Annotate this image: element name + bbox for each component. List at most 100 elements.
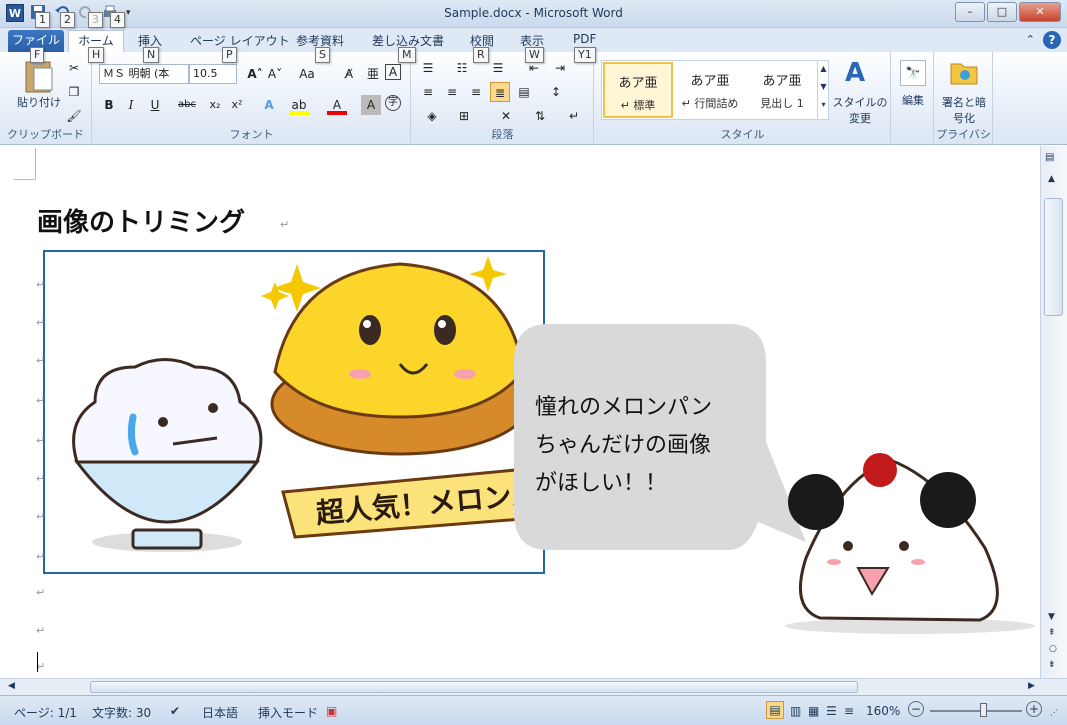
resize-grip-icon[interactable]: ⋰ <box>1050 708 1058 717</box>
align-left-icon[interactable]: ≡ <box>418 82 438 102</box>
scroll-down-icon[interactable]: ▼ <box>1048 612 1055 622</box>
document-heading[interactable]: 画像のトリミング <box>37 202 245 239</box>
sign-encrypt-button[interactable]: 署名と暗 号化 <box>935 94 993 126</box>
insert-mode[interactable]: 挿入モード <box>258 704 318 721</box>
align-center-icon[interactable]: ≡ <box>442 82 462 102</box>
grow-font-icon[interactable]: A˄ <box>245 64 265 84</box>
cropped-image[interactable]: 超人気！メロンパン <box>43 250 545 574</box>
text-cursor <box>37 652 38 672</box>
character-shading-icon[interactable]: A <box>361 95 381 115</box>
distributed-icon[interactable]: ▤ <box>514 82 534 102</box>
binoculars-icon[interactable]: 🔭 <box>900 60 926 86</box>
scroll-right-icon[interactable]: ▶ <box>1028 681 1035 691</box>
style-no-spacing[interactable]: あア亜 ↵ 行間詰め <box>675 62 745 118</box>
font-color-icon[interactable]: A <box>327 95 347 115</box>
bento-illustration: 超人気！メロンパン <box>72 256 543 552</box>
help-icon[interactable]: ? <box>1043 31 1061 49</box>
maximize-button[interactable]: □ <box>987 2 1017 22</box>
tab-pdf[interactable]: PDF <box>573 32 596 46</box>
highlight-icon[interactable]: ab <box>289 95 309 115</box>
zoom-in-icon[interactable]: + <box>1026 701 1042 717</box>
copy-icon[interactable]: ❐ <box>64 82 84 102</box>
full-screen-reading-icon[interactable]: ▥ <box>790 704 801 718</box>
document-area[interactable]: 画像のトリミング ↵ 超人気！メロンパン ↵ ↵ ↵ ↵ ↵ ↵ ↵ ↵ ↵ ↵… <box>0 146 1040 678</box>
underline-icon[interactable]: U <box>145 95 165 115</box>
clear-formatting-icon[interactable]: A̸ <box>339 64 359 84</box>
word-count[interactable]: 文字数: 30 <box>92 704 151 721</box>
zoom-level[interactable]: 160% <box>866 704 900 718</box>
paragraph-mark: ↵ <box>36 472 46 485</box>
keytip-2: 2 <box>60 12 75 28</box>
format-painter-icon[interactable]: 🖌 <box>64 106 84 126</box>
font-name-combo[interactable]: ＭＳ 明朝 (本 <box>99 64 189 84</box>
close-button[interactable]: ✕ <box>1019 2 1061 22</box>
shading-icon[interactable]: ◈ <box>422 106 442 126</box>
font-size-combo[interactable]: 10.5 <box>189 64 237 84</box>
privacy-group: 署名と暗 号化 プライバシ <box>935 52 993 145</box>
macro-record-icon[interactable]: ▣ <box>326 704 337 718</box>
text-effects-icon[interactable]: A <box>259 95 279 115</box>
window-title: Sample.docx - Microsoft Word <box>444 6 623 20</box>
page-count[interactable]: ページ: 1/1 <box>14 704 77 721</box>
language[interactable]: 日本語 <box>202 704 238 721</box>
speech-bubble-text[interactable]: 憧れのメロンパン ちゃんだけの画像 がほしい！！ <box>535 388 712 502</box>
line-spacing-icon[interactable]: ↕ <box>546 82 566 102</box>
show-hide-marks-icon[interactable]: ↵ <box>564 106 584 126</box>
vertical-scroll-thumb[interactable] <box>1044 198 1063 316</box>
minimize-button[interactable]: – <box>955 2 985 22</box>
zoom-slider-thumb[interactable] <box>980 703 987 717</box>
paste-icon[interactable] <box>22 58 56 97</box>
character-border-icon[interactable]: A <box>385 64 401 80</box>
keytip-home: H <box>88 47 105 63</box>
phonetic-guide-icon[interactable]: 亜 <box>363 64 383 84</box>
align-right-icon[interactable]: ≡ <box>466 82 486 102</box>
keytip-view: W <box>525 47 544 63</box>
encrypt-folder-icon[interactable] <box>949 58 979 89</box>
proofing-icon[interactable]: ✔ <box>170 704 180 718</box>
increase-indent-icon[interactable]: ⇥ <box>550 58 570 78</box>
superscript-icon[interactable]: x² <box>227 95 247 115</box>
asian-layout-icon[interactable]: ✕ <box>496 106 516 126</box>
horizontal-scrollbar[interactable]: ◀ ▶ <box>0 678 1067 695</box>
print-layout-icon[interactable]: ▤ <box>766 701 784 719</box>
previous-page-icon[interactable]: ⇞ <box>1048 628 1056 638</box>
change-case-icon[interactable]: Aa <box>297 64 317 84</box>
ruler-toggle-icon[interactable]: ▤ <box>1045 152 1054 163</box>
paste-button[interactable]: 貼り付け <box>14 94 64 110</box>
ribbon-minimize-icon[interactable]: ⌃ <box>1026 33 1035 46</box>
vertical-scrollbar[interactable]: ▤ ▲ ▼ ⇞ ○ ⇟ <box>1040 146 1067 678</box>
styles-scroll[interactable]: ▲ ▼ ▾ <box>817 60 829 120</box>
enclose-characters-icon[interactable]: 字 <box>385 95 401 111</box>
cut-icon[interactable]: ✂ <box>64 58 84 78</box>
scroll-left-icon[interactable]: ◀ <box>8 681 15 691</box>
style-name: ↵ 標準 <box>620 99 656 112</box>
keytip-layout: P <box>222 47 237 63</box>
shrink-font-icon[interactable]: A˅ <box>265 64 285 84</box>
bullets-icon[interactable]: ☰ <box>418 58 438 78</box>
italic-icon[interactable]: I <box>121 95 141 115</box>
zoom-slider[interactable] <box>930 710 1022 712</box>
tab-page-layout[interactable]: ページ レイアウト <box>190 32 290 49</box>
horizontal-scroll-thumb[interactable] <box>90 681 858 693</box>
zoom-out-icon[interactable]: − <box>908 701 924 717</box>
justify-icon[interactable]: ≣ <box>490 82 510 102</box>
numbering-icon[interactable]: ☷ <box>452 58 472 78</box>
draft-icon[interactable]: ≡ <box>844 704 854 718</box>
clipboard-label: クリップボード <box>7 128 84 141</box>
strikethrough-icon[interactable]: abc <box>177 95 197 115</box>
change-styles-button[interactable]: スタイルの 変更 <box>831 94 889 126</box>
style-heading1[interactable]: あア亜 見出し 1 <box>747 62 817 118</box>
subscript-icon[interactable]: x₂ <box>205 95 225 115</box>
edit-button[interactable]: 編集 <box>892 92 934 108</box>
multilevel-list-icon[interactable]: ☰ <box>488 58 508 78</box>
borders-icon[interactable]: ⊞ <box>454 106 474 126</box>
style-normal[interactable]: あア亜 ↵ 標準 <box>603 62 673 118</box>
change-styles-icon[interactable]: A <box>845 58 865 88</box>
outline-icon[interactable]: ☰ <box>826 704 837 718</box>
web-layout-icon[interactable]: ▦ <box>808 704 819 718</box>
browse-object-icon[interactable]: ○ <box>1049 644 1057 654</box>
next-page-icon[interactable]: ⇟ <box>1048 660 1056 670</box>
sort-icon[interactable]: ⇅ <box>530 106 550 126</box>
bold-icon[interactable]: B <box>99 95 119 115</box>
scroll-up-icon[interactable]: ▲ <box>1048 174 1055 184</box>
